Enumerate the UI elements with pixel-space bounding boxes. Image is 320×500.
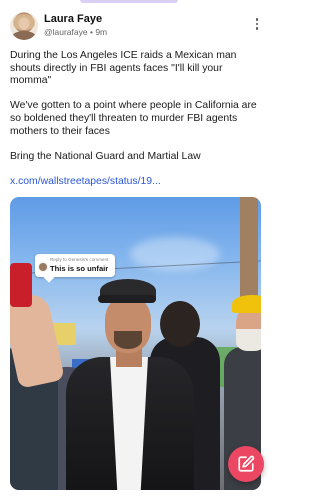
post-paragraph: We've gotten to a point where people in … [10,100,257,137]
post-card: Laura Faye @laurafaye • 9m During the Lo… [0,0,272,500]
post-header: Laura Faye @laurafaye • 9m [10,12,266,42]
right-person-beard [236,329,261,351]
comment-sticker: Reply to Genesis's comment This is so un… [35,254,115,283]
dot [255,18,259,21]
post-media-image[interactable]: Reply to Genesis's comment This is so un… [10,197,261,490]
dot [255,22,259,26]
avatar[interactable] [10,12,38,40]
author-name[interactable]: Laura Faye [44,13,102,25]
author-meta: @laurafaye • 9m [44,27,107,37]
comment-tail [43,271,55,283]
phone [10,263,32,307]
cap-brim [98,295,156,303]
post-link[interactable]: x.com/wallstreetapes/status/19... [10,176,161,187]
compose-button[interactable] [228,446,264,482]
author-handle[interactable]: @laurafaye [44,27,88,37]
post-body: During the Los Angeles ICE raids a Mexic… [10,50,264,176]
post-paragraph: Bring the National Guard and Martial Law [10,150,201,162]
comment-reply-label: Reply to Genesis's comment [50,257,109,262]
hard-hat [232,295,261,313]
comment-avatar [38,262,48,272]
avatar-face [19,18,29,30]
comment-text: This is so unfair [50,264,109,273]
post-paragraph: During the Los Angeles ICE raids a Mexic… [10,50,237,87]
edit-icon [238,455,255,472]
vertical-dots-icon[interactable] [250,16,264,32]
post-time: 9m [95,27,108,37]
dot [255,27,259,30]
main-person-beard [114,331,142,349]
avatar-shirt [12,31,36,40]
background-person-head [160,301,200,347]
